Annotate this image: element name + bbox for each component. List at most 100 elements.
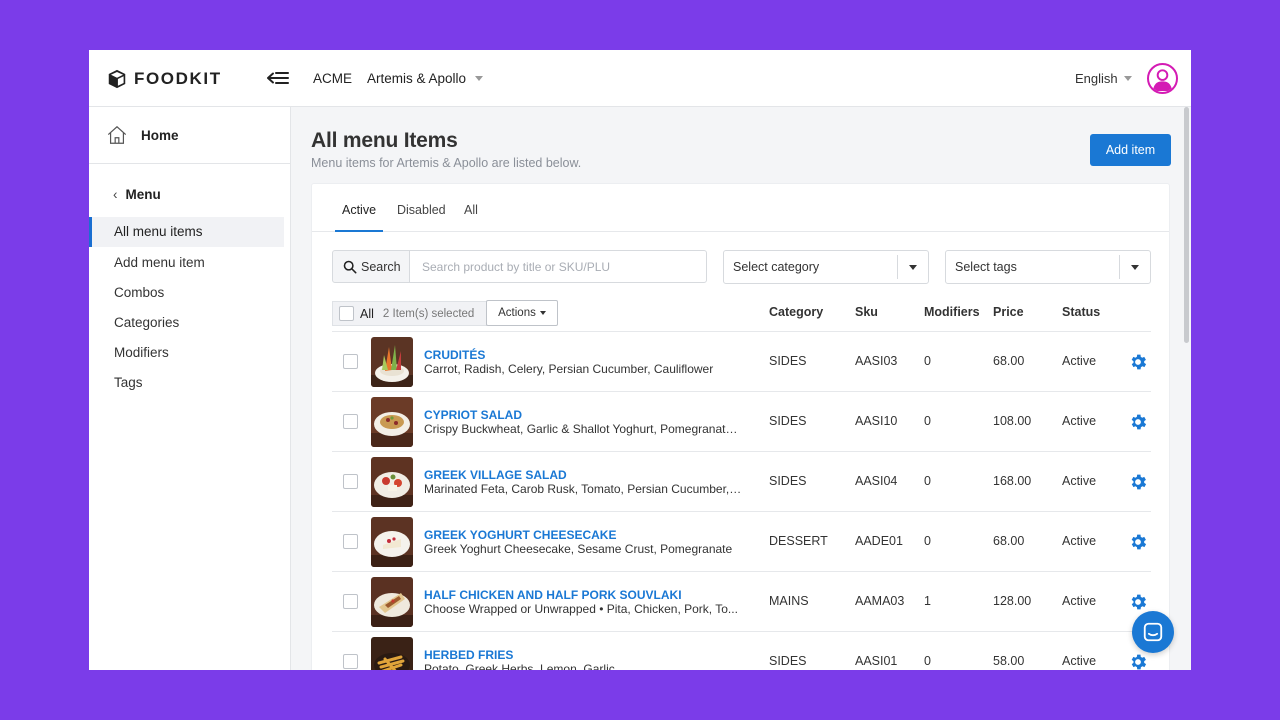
- collapse-menu-icon: [267, 72, 289, 84]
- sidebar-item-all-menu-items[interactable]: All menu items: [89, 217, 284, 247]
- sidebar-menu-back[interactable]: ‹ Menu: [113, 187, 161, 202]
- crudites-photo[interactable]: [371, 337, 413, 387]
- user-avatar-icon: [1152, 69, 1173, 92]
- sidebar-home[interactable]: Home: [89, 107, 291, 164]
- add-item-button[interactable]: Add item: [1090, 134, 1171, 166]
- chevron-down-icon: [475, 76, 484, 81]
- column-header-category[interactable]: Category: [769, 305, 823, 319]
- gear-icon[interactable]: [1128, 412, 1148, 432]
- sidebar-item-combos[interactable]: Combos: [89, 278, 284, 308]
- search-button[interactable]: Search: [332, 250, 410, 283]
- item-sku: AADE01: [855, 534, 903, 548]
- chat-icon: [1143, 622, 1163, 642]
- item-price: 68.00: [993, 534, 1025, 548]
- brand-logo[interactable]: FOODKIT: [106, 68, 222, 90]
- item-name[interactable]: CYPRIOT SALAD: [424, 408, 522, 422]
- search-input[interactable]: [409, 250, 707, 283]
- venue-name: Artemis & Apollo: [367, 71, 467, 86]
- item-modifiers: 0: [924, 414, 931, 428]
- tags-select-label: Select tags: [955, 260, 1017, 274]
- item-description: Choose Wrapped or Unwrapped • Pita, Chic…: [424, 602, 738, 616]
- select-divider: [897, 255, 898, 279]
- home-icon: [107, 126, 127, 144]
- item-price: 168.00: [993, 474, 1032, 488]
- status-tabs: Active Disabled All: [312, 184, 1169, 232]
- column-header-price[interactable]: Price: [993, 305, 1024, 319]
- item-description: Greek Yoghurt Cheesecake, Sesame Crust, …: [424, 542, 733, 556]
- item-modifiers: 0: [924, 354, 931, 368]
- item-sku: AASI04: [855, 474, 898, 488]
- category-select-label: Select category: [733, 260, 820, 274]
- item-category: SIDES: [769, 474, 807, 488]
- row-checkbox[interactable]: [343, 474, 358, 489]
- sidebar-item-modifiers[interactable]: Modifiers: [89, 338, 284, 368]
- item-status: Active: [1062, 594, 1097, 608]
- herbed-fries-photo[interactable]: [371, 637, 413, 670]
- item-sku: AASI10: [855, 414, 898, 428]
- item-modifiers: 0: [924, 654, 931, 668]
- page-subtitle: Menu items for Artemis & Apollo are list…: [311, 156, 582, 170]
- table-row: HERBED FRIES Potato, Greek Herbs, Lemon,…: [332, 632, 1151, 670]
- table-row: HALF CHICKEN AND HALF PORK SOUVLAKI Choo…: [332, 572, 1151, 632]
- sidebar-item-categories[interactable]: Categories: [89, 308, 284, 338]
- sidebar-item-tags[interactable]: Tags: [89, 368, 284, 398]
- greek-village-salad-photo[interactable]: [371, 457, 413, 507]
- venue-selector[interactable]: Artemis & Apollo: [367, 71, 484, 86]
- column-header-modifiers[interactable]: Modifiers: [924, 305, 980, 319]
- column-header-status[interactable]: Status: [1062, 305, 1100, 319]
- organization-name[interactable]: ACME: [313, 71, 352, 86]
- item-sku: AASI01: [855, 654, 898, 668]
- item-price: 68.00: [993, 354, 1025, 368]
- tab-disabled[interactable]: Disabled: [397, 203, 446, 217]
- row-checkbox[interactable]: [343, 594, 358, 609]
- gear-icon[interactable]: [1128, 352, 1148, 372]
- sidebar-item-add-menu-item[interactable]: Add menu item: [89, 248, 284, 278]
- page-scrollbar[interactable]: [1184, 107, 1189, 343]
- item-name[interactable]: HALF CHICKEN AND HALF PORK SOUVLAKI: [424, 588, 682, 602]
- chevron-down-icon: [1123, 76, 1132, 81]
- gear-icon[interactable]: [1128, 592, 1148, 612]
- item-description: Carrot, Radish, Celery, Persian Cucumber…: [424, 362, 714, 376]
- actions-label: Actions: [498, 307, 536, 319]
- item-sku: AASI03: [855, 354, 898, 368]
- brand-name: FOODKIT: [134, 69, 222, 88]
- item-name[interactable]: HERBED FRIES: [424, 648, 513, 662]
- item-status: Active: [1062, 354, 1097, 368]
- souvlaki-photo[interactable]: [371, 577, 413, 627]
- chat-launcher-button[interactable]: [1132, 611, 1174, 653]
- cheesecake-photo[interactable]: [371, 517, 413, 567]
- gear-icon[interactable]: [1128, 532, 1148, 552]
- tags-select[interactable]: Select tags: [945, 250, 1151, 284]
- gear-icon[interactable]: [1128, 652, 1148, 670]
- active-tab-indicator: [335, 230, 383, 232]
- select-all-checkbox[interactable]: [339, 306, 354, 321]
- actions-dropdown-button[interactable]: Actions: [486, 300, 558, 326]
- tab-all[interactable]: All: [464, 203, 478, 217]
- language-selector[interactable]: English: [1075, 71, 1132, 86]
- table-row: GREEK YOGHURT CHEESECAKE Greek Yoghurt C…: [332, 512, 1151, 572]
- item-sku: AAMA03: [855, 594, 905, 608]
- gear-icon[interactable]: [1128, 472, 1148, 492]
- chevron-down-icon: [539, 311, 546, 315]
- category-select[interactable]: Select category: [723, 250, 929, 284]
- row-checkbox[interactable]: [343, 534, 358, 549]
- search-button-label: Search: [361, 259, 401, 274]
- item-price: 108.00: [993, 414, 1032, 428]
- item-name[interactable]: GREEK YOGHURT CHEESECAKE: [424, 528, 616, 542]
- herbed-fries-thumbnail: [371, 637, 413, 670]
- item-price: 128.00: [993, 594, 1032, 608]
- table-row: CYPRIOT SALAD Crispy Buckwheat, Garlic &…: [332, 392, 1151, 452]
- collapse-menu-button[interactable]: [266, 68, 290, 88]
- row-checkbox[interactable]: [343, 354, 358, 369]
- app-window: FOODKIT ACME Artemis & Apollo English Ho…: [89, 50, 1191, 670]
- tab-active[interactable]: Active: [342, 203, 376, 217]
- cypriot-salad-photo[interactable]: [371, 397, 413, 447]
- user-avatar[interactable]: [1147, 63, 1178, 94]
- item-name[interactable]: CRUDITÉS: [424, 348, 485, 362]
- select-all-label: All: [360, 306, 374, 321]
- item-name[interactable]: GREEK VILLAGE SALAD: [424, 468, 567, 482]
- item-category: MAINS: [769, 594, 809, 608]
- row-checkbox[interactable]: [343, 654, 358, 669]
- row-checkbox[interactable]: [343, 414, 358, 429]
- column-header-sku[interactable]: Sku: [855, 305, 878, 319]
